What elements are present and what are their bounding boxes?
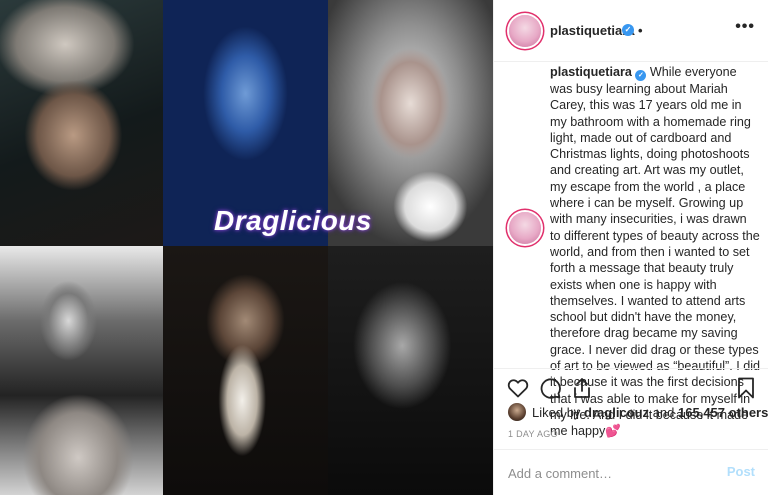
likes-row: Liked by draglicouz and 165,457 others [508,402,768,422]
caption-verified-icon: ✓ [635,70,647,81]
likes-text: Liked by draglicouz and 165,457 others [532,405,768,420]
likes-prefix: Liked by [532,405,581,420]
photo-tile-skull-headdress [0,0,163,246]
heart-emoji-icon: 💕 [605,424,621,439]
timestamp[interactable]: 1 DAY AGO [508,429,558,439]
likes-connector: and [652,405,675,420]
likes-count[interactable]: 165,457 others [678,405,768,420]
heart-icon[interactable] [506,376,530,400]
watermark-logo: Draglicious [214,205,372,236]
action-bar [494,368,768,406]
photo-tile-tiger-makeup [0,246,163,495]
comment-box: Post [494,449,768,495]
post-button[interactable]: Post [727,464,755,479]
liker-avatar[interactable] [508,403,526,421]
photo-tile-claw-hand [163,246,328,495]
avatar[interactable] [509,15,541,47]
more-options-icon[interactable]: ••• [735,18,755,36]
comment-icon[interactable] [538,376,562,400]
header-separator: • [638,23,643,38]
share-icon[interactable] [570,376,594,400]
comment-input[interactable] [508,462,708,484]
photo-tile-skull-face [328,246,493,495]
liker-username[interactable]: draglicouz [584,405,649,420]
verified-icon: ✓ [622,24,634,36]
caption-avatar[interactable] [509,212,541,244]
caption-username[interactable]: plastiquetiara [550,65,632,79]
post-image[interactable]: Draglicious [0,0,493,495]
post-sidebar: plastiquetiara ✓ • ••• plastiquetiara ✓ … [493,0,768,495]
post-header: plastiquetiara ✓ • ••• [494,0,768,62]
bookmark-icon[interactable] [734,376,758,400]
